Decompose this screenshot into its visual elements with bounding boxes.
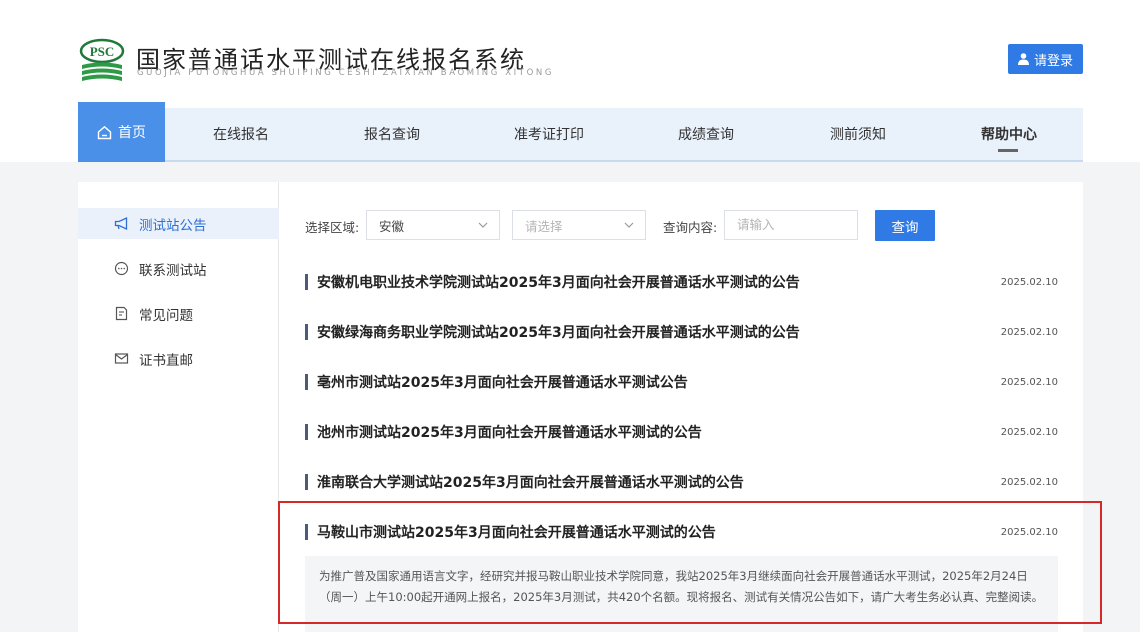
nav-item-score-query[interactable]: 成绩查询 bbox=[678, 108, 734, 160]
announcement-row[interactable]: 池州市测试站2025年3月面向社会开展普通话水平测试的公告 2025.02.10 bbox=[305, 417, 1058, 447]
login-label: 请登录 bbox=[1033, 53, 1073, 69]
sidebar: 测试站公告 联系测试站 常见问题 证书直邮 bbox=[78, 182, 279, 632]
psc-logo[interactable]: PSC bbox=[78, 38, 126, 84]
announcement-title: 安徽机电职业技术学院测试站2025年3月面向社会开展普通话水平测试的公告 bbox=[317, 275, 800, 291]
site-subtitle: GUOJIA PUTONGHUA SHUIPING CESHI ZAIXIAN … bbox=[137, 68, 555, 78]
announcement-row-expanded[interactable]: 马鞍山市测试站2025年3月面向社会开展普通话水平测试的公告 2025.02.1… bbox=[305, 517, 1058, 547]
query-button[interactable]: 查询 bbox=[875, 210, 935, 241]
announcement-row[interactable]: 亳州市测试站2025年3月面向社会开展普通话水平测试公告 2025.02.10 bbox=[305, 367, 1058, 397]
sidebar-item-station-announcements[interactable]: 测试站公告 bbox=[78, 208, 279, 239]
search-content-input[interactable] bbox=[724, 210, 858, 240]
announcement-date: 2025.02.10 bbox=[1000, 426, 1058, 438]
region-label: 选择区域: bbox=[305, 220, 360, 235]
login-button[interactable]: 请登录 bbox=[1008, 44, 1083, 74]
nav-item-registration-query[interactable]: 报名查询 bbox=[364, 108, 420, 160]
main-nav: 首页 在线报名 报名查询 准考证打印 成绩查询 测前须知 帮助中心 bbox=[78, 102, 1083, 162]
nav-item-online-registration[interactable]: 在线报名 bbox=[213, 108, 269, 160]
row-marker bbox=[305, 424, 308, 440]
row-marker bbox=[305, 524, 308, 540]
sidebar-item-faq[interactable]: 常见问题 bbox=[78, 298, 279, 329]
announcement-excerpt: 为推广普及国家通用语言文字，经研究并报马鞍山职业技术学院同意，我站2025年3月… bbox=[305, 556, 1058, 632]
announcement-date: 2025.02.10 bbox=[1000, 476, 1058, 488]
nav-item-home[interactable]: 首页 bbox=[78, 102, 165, 162]
announcement-row[interactable]: 安徽绿海商务职业学院测试站2025年3月面向社会开展普通话水平测试的公告 202… bbox=[305, 317, 1058, 347]
sidebar-item-label: 常见问题 bbox=[139, 307, 193, 324]
announcement-date: 2025.02.10 bbox=[1000, 326, 1058, 338]
sidebar-item-label: 证书直邮 bbox=[139, 352, 193, 369]
sidebar-item-label: 联系测试站 bbox=[139, 262, 207, 279]
nav-item-test-notice[interactable]: 测前须知 bbox=[830, 108, 886, 160]
nav-item-admission-ticket-print[interactable]: 准考证打印 bbox=[514, 108, 584, 160]
city-select[interactable]: 请选择 bbox=[512, 210, 646, 240]
announcement-title: 安徽绿海商务职业学院测试站2025年3月面向社会开展普通话水平测试的公告 bbox=[317, 325, 800, 341]
content-label: 查询内容: bbox=[663, 220, 718, 235]
announcement-date: 2025.02.10 bbox=[1000, 376, 1058, 388]
document-icon bbox=[115, 306, 128, 321]
row-marker bbox=[305, 274, 308, 290]
row-marker bbox=[305, 324, 308, 340]
chevron-down-icon bbox=[624, 222, 634, 228]
announcement-date: 2025.02.10 bbox=[1000, 276, 1058, 288]
row-marker bbox=[305, 374, 308, 390]
announcement-title: 亳州市测试站2025年3月面向社会开展普通话水平测试公告 bbox=[317, 375, 688, 391]
nav-item-help-center[interactable]: 帮助中心 bbox=[981, 108, 1037, 160]
chat-bubble-icon bbox=[114, 261, 129, 276]
svg-text:PSC: PSC bbox=[90, 44, 115, 59]
home-icon bbox=[97, 125, 112, 139]
announcement-title: 淮南联合大学测试站2025年3月面向社会开展普通话水平测试的公告 bbox=[317, 475, 744, 491]
announcement-date: 2025.02.10 bbox=[1000, 526, 1058, 538]
nav-home-label: 首页 bbox=[118, 125, 146, 141]
province-select-value: 安徽 bbox=[379, 218, 405, 234]
active-nav-underline bbox=[998, 149, 1018, 152]
sidebar-item-contact-station[interactable]: 联系测试站 bbox=[78, 253, 279, 284]
sidebar-item-certificate-mail[interactable]: 证书直邮 bbox=[78, 343, 279, 374]
city-select-placeholder: 请选择 bbox=[525, 218, 563, 234]
announcement-excerpt-text: 为推广普及国家通用语言文字，经研究并报马鞍山职业技术学院同意，我站2025年3月… bbox=[319, 569, 1044, 604]
announcement-title: 马鞍山市测试站2025年3月面向社会开展普通话水平测试的公告 bbox=[317, 525, 716, 541]
announcement-row[interactable]: 淮南联合大学测试站2025年3月面向社会开展普通话水平测试的公告 2025.02… bbox=[305, 467, 1058, 497]
mail-icon bbox=[114, 353, 129, 364]
announcement-title: 池州市测试站2025年3月面向社会开展普通话水平测试的公告 bbox=[317, 425, 702, 441]
announcement-row[interactable]: 安徽机电职业技术学院测试站2025年3月面向社会开展普通话水平测试的公告 202… bbox=[305, 267, 1058, 297]
megaphone-icon bbox=[114, 216, 128, 231]
sidebar-item-label: 测试站公告 bbox=[139, 217, 207, 234]
province-select[interactable]: 安徽 bbox=[366, 210, 500, 240]
user-icon bbox=[1017, 53, 1029, 65]
row-marker bbox=[305, 474, 308, 490]
chevron-down-icon bbox=[478, 222, 488, 228]
